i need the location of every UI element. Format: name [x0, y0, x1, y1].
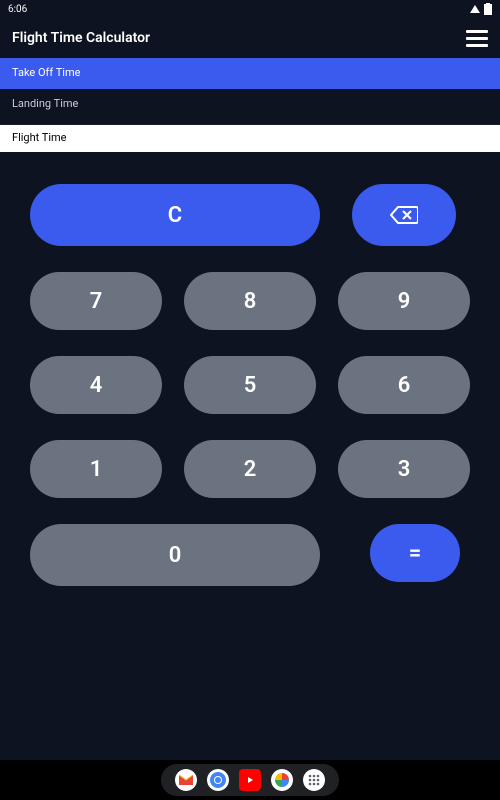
key-4[interactable]: 4 — [30, 356, 162, 414]
landing-label: Landing Time — [12, 97, 78, 110]
nav-pill[interactable] — [161, 764, 339, 796]
chrome-icon[interactable] — [207, 769, 229, 791]
takeoff-field[interactable]: Take Off Time — [0, 58, 500, 89]
backspace-icon — [390, 205, 418, 225]
menu-icon[interactable] — [466, 30, 488, 47]
photos-icon[interactable] — [271, 769, 293, 791]
status-right — [469, 3, 492, 15]
status-time: 6:06 — [8, 4, 27, 15]
clear-label: C — [168, 203, 182, 228]
key-5[interactable]: 5 — [184, 356, 316, 414]
backspace-button[interactable] — [352, 184, 456, 246]
equals-button[interactable]: = — [370, 524, 460, 582]
key-7[interactable]: 7 — [30, 272, 162, 330]
youtube-icon[interactable] — [239, 769, 261, 791]
key-3[interactable]: 3 — [338, 440, 470, 498]
key-0[interactable]: 0 — [30, 524, 320, 586]
takeoff-label: Take Off Time — [12, 66, 80, 79]
key-9[interactable]: 9 — [338, 272, 470, 330]
status-bar: 6:06 — [0, 0, 500, 18]
clear-button[interactable]: C — [30, 184, 320, 246]
app-title: Flight Time Calculator — [12, 30, 150, 46]
app-header: Flight Time Calculator — [0, 18, 500, 58]
system-nav-bar — [0, 760, 500, 800]
key-1[interactable]: 1 — [30, 440, 162, 498]
wifi-icon — [469, 4, 481, 14]
key-6[interactable]: 6 — [338, 356, 470, 414]
gmail-icon[interactable] — [175, 769, 197, 791]
keypad: C 7 8 9 4 5 6 1 2 3 0 = — [0, 152, 500, 760]
apps-icon[interactable] — [303, 769, 325, 791]
flight-field: Flight Time — [0, 125, 500, 152]
key-2[interactable]: 2 — [184, 440, 316, 498]
battery-icon — [484, 3, 492, 15]
key-8[interactable]: 8 — [184, 272, 316, 330]
flight-label: Flight Time — [12, 131, 67, 144]
landing-field[interactable]: Landing Time — [0, 89, 500, 125]
